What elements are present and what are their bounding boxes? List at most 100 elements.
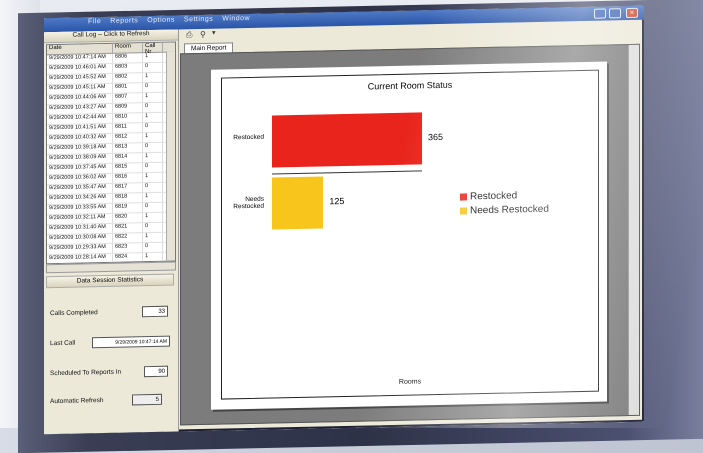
table-cell: 9/29/2009 10:33:55 AM [47, 204, 113, 214]
menu-item-window[interactable]: Window [222, 15, 250, 23]
table-cell: 9/29/2009 10:35:47 AM [47, 184, 113, 194]
last-call-field[interactable]: 9/29/2009 10:47:14 AM [92, 336, 170, 349]
table-cell: 9/29/2009 10:45:11 AM [47, 84, 113, 94]
close-button[interactable]: × [626, 8, 638, 18]
minimize-button[interactable] [594, 9, 606, 19]
legend-swatch [460, 207, 467, 214]
table-cell: 6802 [113, 73, 143, 83]
table-cell: 9/29/2009 10:45:52 AM [47, 74, 113, 84]
table-cell: 1 [143, 133, 163, 142]
table-cell: 9/29/2009 10:31:40 AM [47, 224, 113, 234]
table-cell: 6809 [113, 103, 143, 113]
table-cell: 9/29/2009 10:44:06 AM [47, 94, 113, 104]
application-window: File Reports Options Settings Window × Call … [44, 6, 644, 435]
table-cell: 6813 [113, 143, 143, 153]
zoom-dropdown-icon[interactable]: ▾ [212, 29, 216, 37]
table-cell: 9/29/2009 10:32:11 AM [47, 214, 113, 224]
bar [272, 176, 323, 229]
table-cell: 6807 [113, 93, 143, 103]
table-cell: 9/29/2009 10:37:45 AM [47, 164, 113, 174]
table-cell: 1 [143, 173, 163, 182]
scheduled-reports-label: Scheduled To Reports In [50, 368, 130, 377]
axis-line [272, 170, 422, 174]
report-viewer: Current Room Status Restocked 365 Needs Re… [180, 44, 640, 426]
table-cell: 6811 [113, 123, 143, 133]
table-cell: 6814 [113, 153, 143, 163]
table-cell: 1 [143, 253, 163, 262]
report-vertical-scrollbar[interactable] [628, 45, 639, 415]
zoom-icon[interactable]: ⚲ [200, 30, 206, 39]
printer-icon[interactable]: ⎙ [186, 30, 192, 40]
table-cell: 0 [143, 203, 163, 212]
table-cell: 9/29/2009 10:47:14 AM [47, 54, 113, 64]
table-cell: 0 [143, 163, 163, 172]
calls-completed-label: Calls Completed [50, 309, 98, 317]
column-header-date[interactable]: Date [47, 44, 113, 54]
table-cell: 0 [143, 143, 163, 152]
table-cell: 0 [143, 63, 163, 72]
legend-label: Needs Restocked [470, 204, 549, 217]
column-header-call-nr[interactable]: Call Nr [143, 43, 163, 52]
data-label: 125 [329, 196, 344, 206]
table-cell: 9/29/2009 10:40:32 AM [47, 134, 113, 144]
statistics-title: Data Session Statistics [46, 274, 174, 289]
menu-item-file[interactable]: File [88, 18, 101, 25]
vertical-scrollbar[interactable] [166, 52, 175, 261]
table-cell: 6817 [113, 183, 143, 193]
call-log-table[interactable]: Date Room Call Nr 9/29/2009 10:47:14 AM6… [46, 42, 176, 265]
menu-bar: File Reports Options Settings Window [88, 15, 259, 26]
legend-label: Restocked [470, 190, 517, 202]
table-cell: 6822 [113, 233, 143, 243]
menu-item-options[interactable]: Options [147, 17, 175, 25]
table-cell: 9/29/2009 10:30:08 AM [47, 234, 113, 244]
bar [272, 112, 422, 167]
table-cell: 0 [143, 83, 163, 92]
legend-item: Needs Restocked [460, 204, 549, 217]
horizontal-scrollbar[interactable] [46, 262, 176, 274]
menu-item-settings[interactable]: Settings [184, 16, 213, 24]
table-cell: 9/29/2009 10:41:51 AM [47, 124, 113, 134]
session-statistics: Data Session Statistics Calls Completed … [46, 274, 174, 435]
table-cell: 6819 [113, 203, 143, 213]
chart-frame: Current Room Status Restocked 365 Needs Re… [221, 70, 599, 400]
report-page: Current Room Status Restocked 365 Needs Re… [211, 61, 607, 409]
automatic-refresh-stepper[interactable]: 5 [132, 394, 162, 406]
legend-swatch [460, 193, 467, 200]
table-cell: 6810 [113, 113, 143, 123]
table-cell: 6815 [113, 163, 143, 173]
table-cell: 1 [143, 213, 163, 222]
table-cell: 6816 [113, 173, 143, 183]
table-cell: 1 [143, 233, 163, 242]
scheduled-reports-field[interactable]: 90 [144, 366, 168, 378]
table-cell: 9/29/2009 10:34:26 AM [47, 194, 113, 204]
table-cell: 0 [143, 123, 163, 132]
table-body: 9/29/2009 10:47:14 AM680619/29/2009 10:4… [47, 53, 175, 265]
table-cell: 1 [143, 113, 163, 122]
data-label: 365 [428, 132, 443, 142]
table-cell: 6818 [113, 193, 143, 203]
table-cell: 6806 [113, 53, 143, 63]
calls-completed-field[interactable]: 33 [142, 306, 168, 318]
table-cell: 6803 [113, 63, 143, 73]
legend-item: Restocked [460, 190, 517, 202]
column-header-room[interactable]: Room [113, 43, 143, 53]
x-axis-label: Rooms [222, 375, 598, 390]
maximize-button[interactable] [609, 8, 621, 18]
table-cell: 0 [143, 223, 163, 232]
table-cell: 6801 [113, 83, 143, 93]
table-cell: 6821 [113, 223, 143, 233]
table-cell: 9/29/2009 10:36:02 AM [47, 174, 113, 184]
table-cell: 9/29/2009 10:42:44 AM [47, 114, 113, 124]
table-cell: 6820 [113, 213, 143, 223]
chart-title: Current Room Status [222, 77, 598, 95]
menu-item-reports[interactable]: Reports [110, 17, 138, 25]
table-cell: 6812 [113, 133, 143, 143]
table-cell: 9/29/2009 10:43:27 AM [47, 104, 113, 114]
automatic-refresh-label: Automatic Refresh [50, 397, 103, 405]
table-cell: 6823 [113, 243, 143, 253]
table-cell: 1 [143, 193, 163, 202]
table-cell: 9/29/2009 10:39:18 AM [47, 144, 113, 154]
table-cell: 1 [143, 53, 163, 62]
last-call-label: Last Call [50, 340, 75, 348]
table-cell: 1 [143, 153, 163, 162]
